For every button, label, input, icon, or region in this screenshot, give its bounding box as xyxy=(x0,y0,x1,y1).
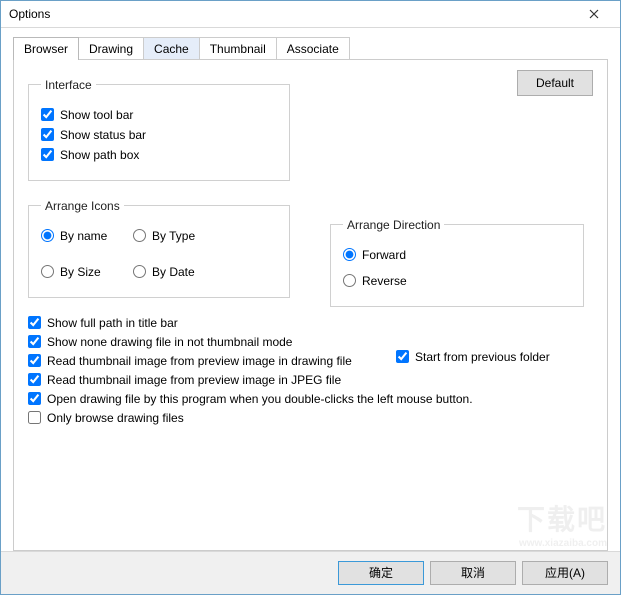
rad-by-date-label: By Date xyxy=(152,265,195,279)
chk-full-path-label: Show full path in title bar xyxy=(47,316,178,330)
close-icon xyxy=(589,9,599,19)
group-arrange-direction: Arrange Direction Forward Reverse xyxy=(330,218,584,307)
chk-thumb-jpeg[interactable]: Read thumbnail image from preview image … xyxy=(28,373,593,387)
chk-thumb-drawing-label: Read thumbnail image from preview image … xyxy=(47,354,352,368)
rad-by-type-input[interactable] xyxy=(133,229,146,242)
rad-reverse[interactable]: Reverse xyxy=(343,274,571,288)
rad-by-date[interactable]: By Date xyxy=(133,265,277,279)
chk-show-pathbox[interactable]: Show path box xyxy=(41,148,277,162)
chk-show-statusbar[interactable]: Show status bar xyxy=(41,128,277,142)
options-dialog: Options Browser Drawing Cache Thumbnail … xyxy=(0,0,621,595)
apply-button[interactable]: 应用(A) xyxy=(522,561,608,585)
chk-start-previous-folder[interactable]: Start from previous folder xyxy=(396,350,550,364)
chk-none-drawing-input[interactable] xyxy=(28,335,41,348)
chk-full-path-input[interactable] xyxy=(28,316,41,329)
lower-checks: Show full path in title bar Show none dr… xyxy=(28,316,593,425)
ok-button[interactable]: 确定 xyxy=(338,561,424,585)
chk-open-dblclick-input[interactable] xyxy=(28,392,41,405)
tabstrip: Browser Drawing Cache Thumbnail Associat… xyxy=(13,37,608,60)
tab-thumbnail[interactable]: Thumbnail xyxy=(199,37,277,60)
chk-thumb-drawing-input[interactable] xyxy=(28,354,41,367)
cancel-button[interactable]: 取消 xyxy=(430,561,516,585)
rad-by-size[interactable]: By Size xyxy=(41,265,127,279)
rad-reverse-input[interactable] xyxy=(343,274,356,287)
default-button[interactable]: Default xyxy=(517,70,593,96)
chk-only-drawing[interactable]: Only browse drawing files xyxy=(28,411,593,425)
rad-by-name-label: By name xyxy=(60,229,107,243)
tab-drawing[interactable]: Drawing xyxy=(78,37,144,60)
chk-only-drawing-input[interactable] xyxy=(28,411,41,424)
rad-by-name-input[interactable] xyxy=(41,229,54,242)
chk-show-toolbar-input[interactable] xyxy=(41,108,54,121)
rad-forward-input[interactable] xyxy=(343,248,356,261)
rad-reverse-label: Reverse xyxy=(362,274,407,288)
chk-none-drawing-label: Show none drawing file in not thumbnail … xyxy=(47,335,292,349)
chk-show-statusbar-label: Show status bar xyxy=(60,128,146,142)
group-arrange-icons: Arrange Icons By name By Type By Size xyxy=(28,199,290,298)
chk-show-pathbox-label: Show path box xyxy=(60,148,139,162)
group-interface: Interface Show tool bar Show status bar … xyxy=(28,78,290,181)
rad-by-name[interactable]: By name xyxy=(41,229,127,243)
chk-none-drawing[interactable]: Show none drawing file in not thumbnail … xyxy=(28,335,593,349)
chk-only-drawing-label: Only browse drawing files xyxy=(47,411,184,425)
rad-forward[interactable]: Forward xyxy=(343,248,571,262)
content-area: Browser Drawing Cache Thumbnail Associat… xyxy=(1,28,620,551)
tab-browser[interactable]: Browser xyxy=(13,37,79,60)
rad-by-type-label: By Type xyxy=(152,229,195,243)
chk-show-toolbar[interactable]: Show tool bar xyxy=(41,108,277,122)
tab-associate[interactable]: Associate xyxy=(276,37,350,60)
chk-full-path[interactable]: Show full path in title bar xyxy=(28,316,593,330)
group-interface-legend: Interface xyxy=(41,78,96,92)
rad-by-type[interactable]: By Type xyxy=(133,229,277,243)
chk-start-previous-folder-label: Start from previous folder xyxy=(415,350,550,364)
chk-thumb-jpeg-input[interactable] xyxy=(28,373,41,386)
rad-by-date-input[interactable] xyxy=(133,265,146,278)
chk-show-toolbar-label: Show tool bar xyxy=(60,108,133,122)
chk-show-statusbar-input[interactable] xyxy=(41,128,54,141)
close-button[interactable] xyxy=(576,2,612,26)
tab-page-browser: Default Interface Show tool bar Show sta… xyxy=(13,59,608,551)
group-arrange-icons-legend: Arrange Icons xyxy=(41,199,124,213)
rad-by-size-input[interactable] xyxy=(41,265,54,278)
group-arrange-direction-legend: Arrange Direction xyxy=(343,218,444,232)
chk-start-previous-folder-input[interactable] xyxy=(396,350,409,363)
dialog-title: Options xyxy=(9,7,50,21)
chk-thumb-jpeg-label: Read thumbnail image from preview image … xyxy=(47,373,341,387)
chk-show-pathbox-input[interactable] xyxy=(41,148,54,161)
chk-open-dblclick-label: Open drawing file by this program when y… xyxy=(47,392,473,406)
footer: 确定 取消 应用(A) xyxy=(1,551,620,595)
titlebar: Options xyxy=(1,1,620,28)
tab-cache[interactable]: Cache xyxy=(143,37,200,60)
rad-forward-label: Forward xyxy=(362,248,406,262)
chk-open-dblclick[interactable]: Open drawing file by this program when y… xyxy=(28,392,593,406)
rad-by-size-label: By Size xyxy=(60,265,101,279)
